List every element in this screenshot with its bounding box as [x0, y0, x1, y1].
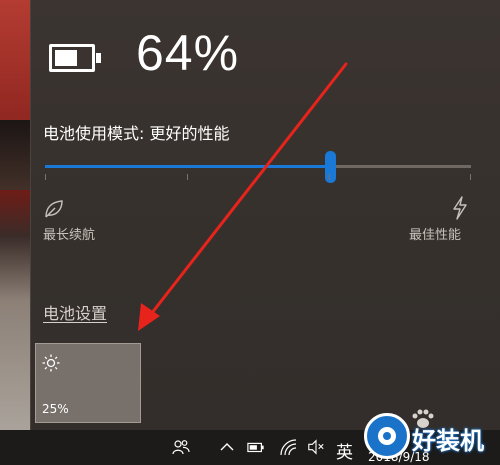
slider-tick — [329, 174, 330, 180]
battery-icon[interactable] — [247, 438, 265, 456]
desktop-wallpaper — [0, 0, 30, 430]
sun-icon — [42, 354, 60, 372]
slider-thumb[interactable] — [325, 151, 336, 183]
best-performance-label: 最佳性能 — [409, 228, 462, 243]
slider-tick — [187, 174, 188, 180]
chevron-up-icon[interactable] — [218, 438, 236, 456]
slider-tick — [45, 174, 46, 180]
input-method-indicator[interactable]: 英 — [336, 438, 353, 463]
wifi-icon[interactable] — [279, 438, 297, 456]
lightning-icon — [453, 196, 467, 220]
best-battery-label: 最长续航 — [43, 228, 96, 243]
battery-settings-link[interactable]: 电池设置 — [43, 300, 107, 324]
clock-date[interactable]: 2018/9/18 — [368, 450, 430, 464]
battery-percentage: 64% — [136, 25, 240, 81]
leaf-icon — [45, 200, 63, 218]
power-mode-label: 电池使用模式: 更好的性能 — [43, 124, 230, 143]
paw-icon — [412, 409, 434, 428]
slider-tick — [470, 174, 471, 180]
people-icon[interactable] — [172, 438, 190, 456]
battery-level-fill — [55, 50, 77, 66]
battery-icon — [49, 44, 101, 72]
power-mode-slider[interactable] — [45, 151, 471, 183]
battery-flyout: 64% 电池使用模式: 更好的性能 最长续航 最佳性能 电池设置 25% — [30, 0, 500, 430]
volume-muted-icon[interactable] — [307, 438, 325, 456]
brightness-value: 25% — [42, 402, 69, 416]
brightness-tile[interactable]: 25% — [35, 343, 141, 423]
taskbar: 英 2018/9/18 — [0, 430, 500, 465]
